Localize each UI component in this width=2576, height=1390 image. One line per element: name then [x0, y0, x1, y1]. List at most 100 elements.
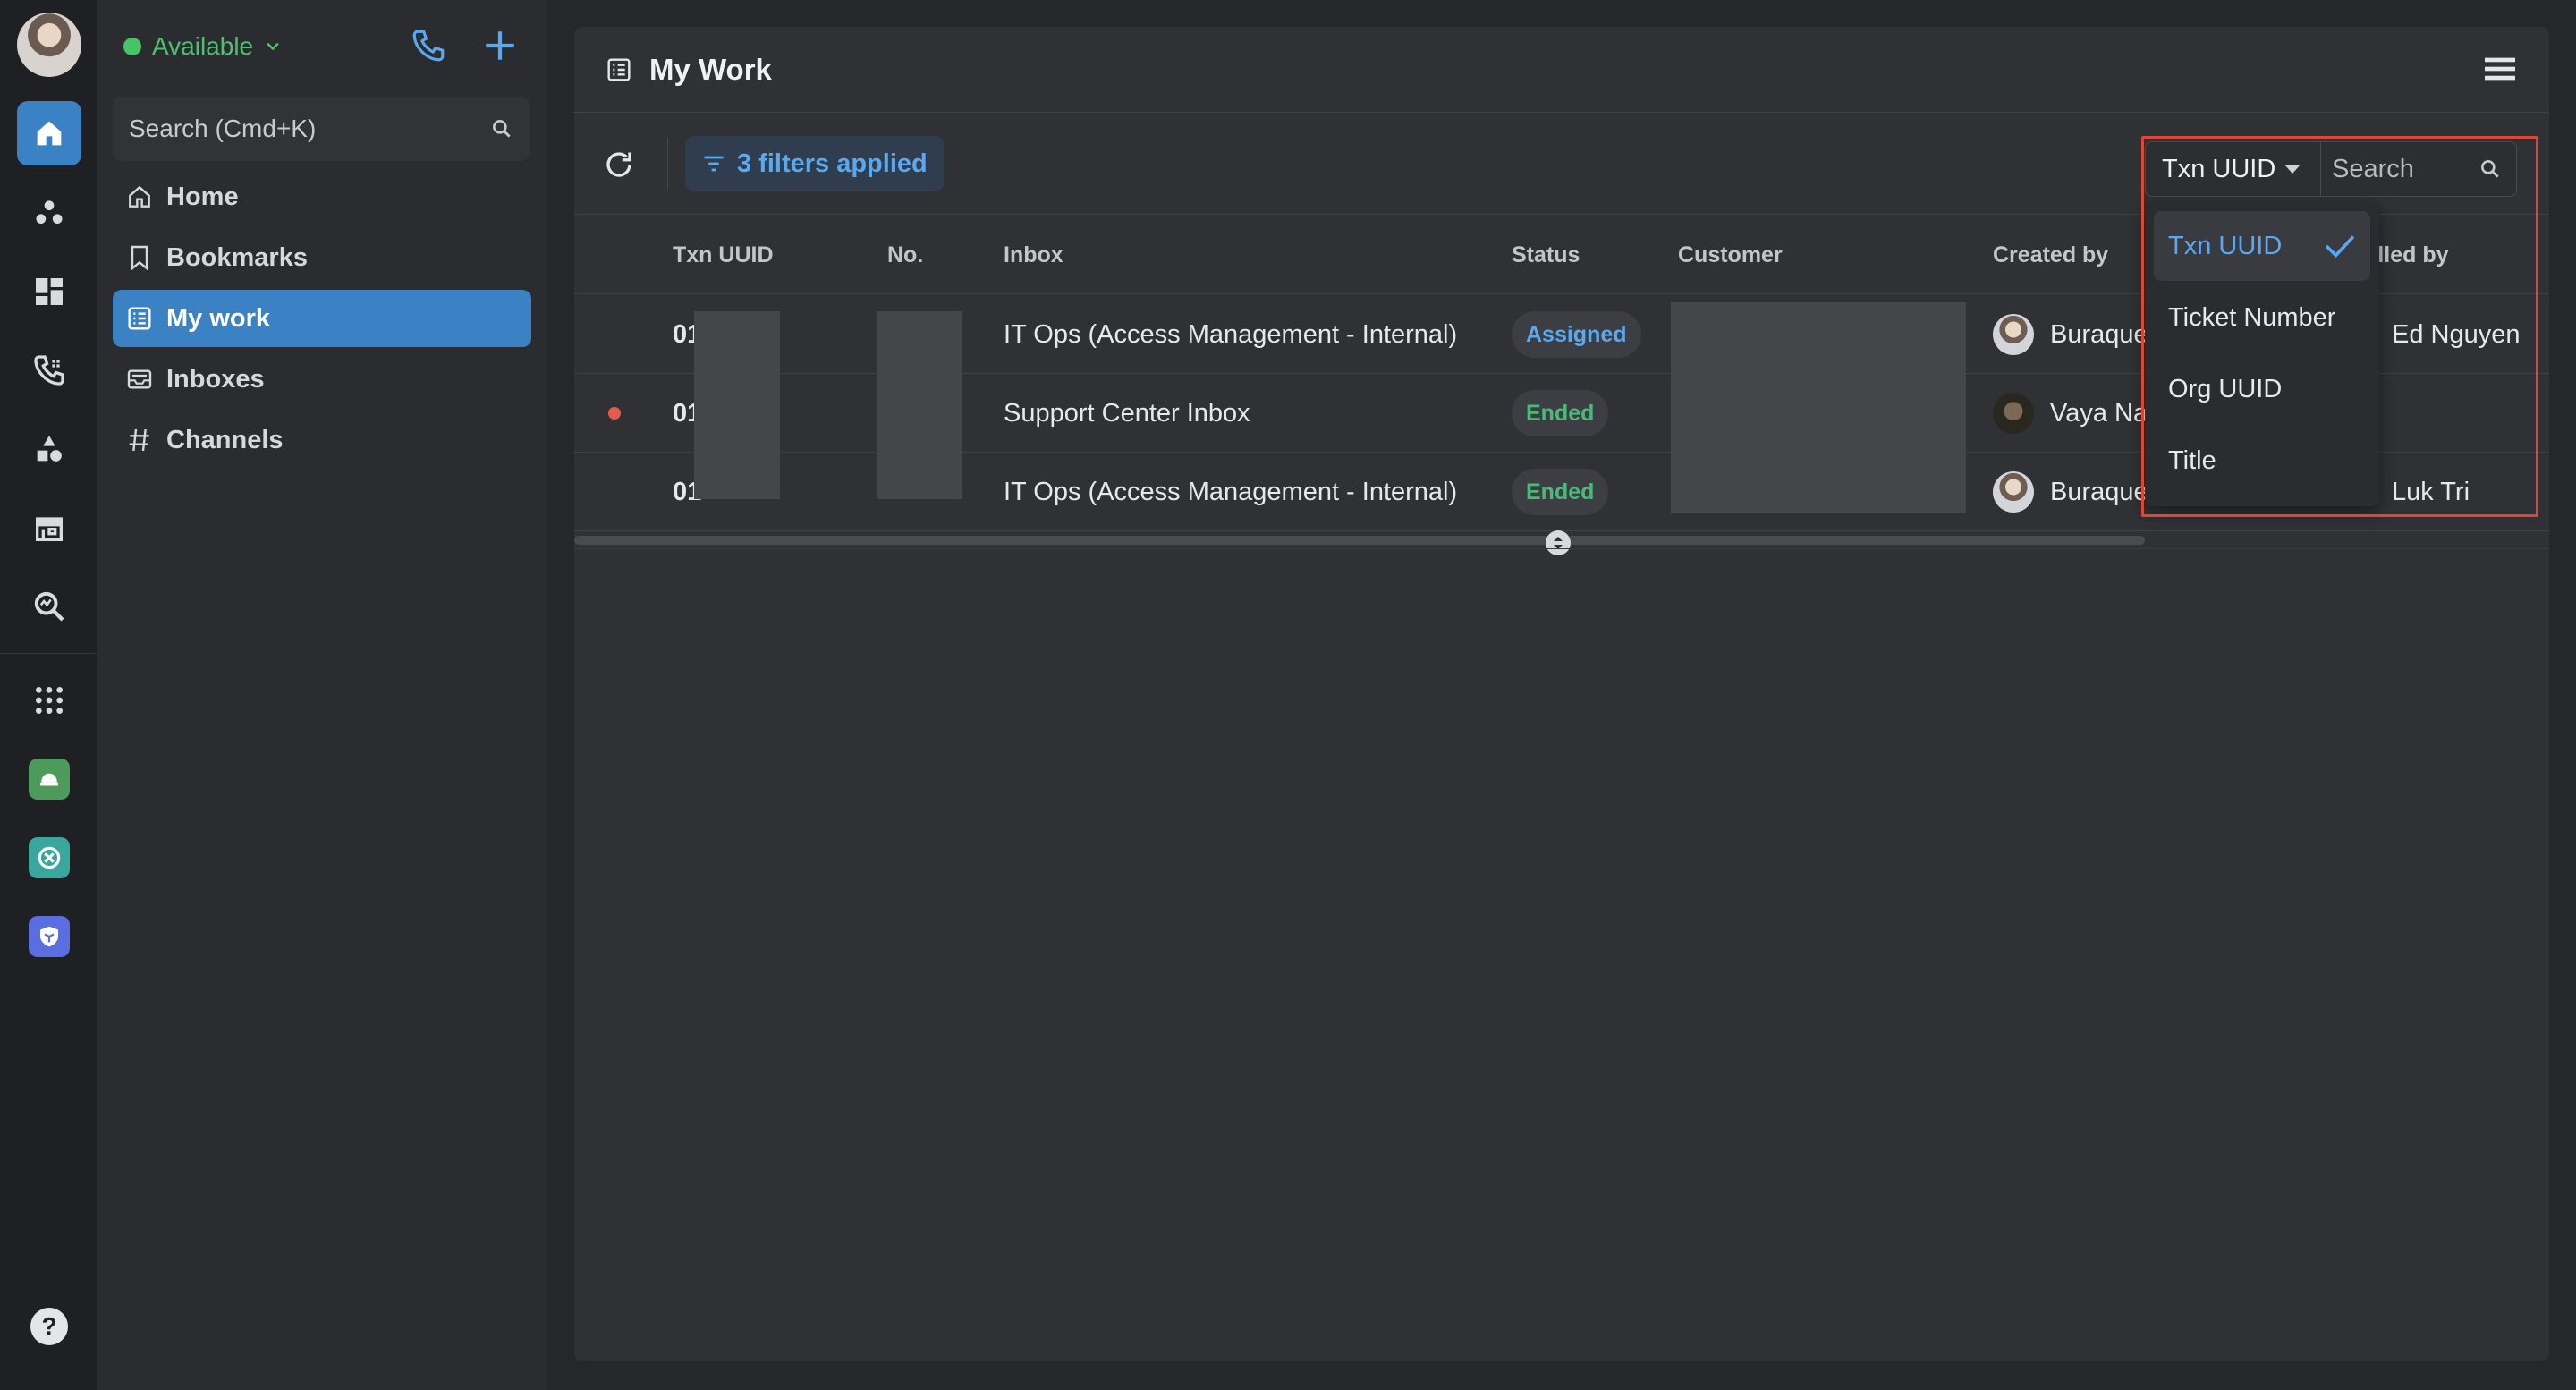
availability-status[interactable]: Available	[123, 32, 282, 61]
option-label: Title	[2168, 445, 2216, 475]
column-header-txn-uuid[interactable]: Txn UUID	[673, 216, 774, 294]
created-by-cell: Buraque	[1993, 295, 2148, 374]
redacted-txn-uuid	[694, 311, 780, 499]
dropdown-option-title[interactable]: Title	[2154, 426, 2370, 496]
sidebar-item-my-work[interactable]: My work	[113, 290, 531, 347]
handled-by-cell: Ed Nguyen	[2392, 319, 2521, 349]
table-search-input[interactable]: Search	[2321, 155, 2516, 184]
resize-handle-icon[interactable]	[1546, 530, 1571, 555]
column-header-inbox[interactable]: Inbox	[1004, 216, 1063, 294]
option-label: Ticket Number	[2168, 302, 2336, 332]
column-header-customer[interactable]: Customer	[1678, 216, 1783, 294]
table-search-placeholder: Search	[2332, 154, 2414, 183]
filters-label: 3 filters applied	[737, 148, 928, 178]
status-badge: Ended	[1512, 469, 1609, 515]
sidebar-item-label: Home	[166, 182, 239, 211]
hash-icon	[129, 428, 149, 452]
inbox-cell: IT Ops (Access Management - Internal)	[1004, 319, 1458, 349]
redacted-customer	[1671, 302, 1966, 513]
people-icon[interactable]	[17, 181, 81, 245]
search-field-select[interactable]: Txn UUID	[2146, 142, 2321, 196]
help-icon[interactable]: ?	[30, 1308, 68, 1345]
phone-icon[interactable]	[410, 27, 447, 64]
sidebar: Available Search (Cmd+K) Home Bookmarks …	[98, 0, 546, 1390]
icon-rail: ?	[0, 0, 98, 1390]
sidebar-item-home[interactable]: Home	[113, 168, 531, 225]
main-panel: My Work 3 filters applied Txn UUID No. I…	[574, 27, 2549, 1361]
column-header-status[interactable]: Status	[1512, 216, 1580, 294]
filters-button[interactable]: 3 filters applied	[685, 136, 944, 191]
home-outline-icon	[129, 185, 150, 208]
table-search-group: Txn UUID Search	[2145, 141, 2517, 197]
status-cell: Assigned	[1512, 295, 1641, 374]
avatar	[1993, 314, 2034, 355]
inbox-cell: Support Center Inbox	[1004, 398, 1250, 428]
status-badge: Assigned	[1512, 311, 1641, 358]
shapes-icon[interactable]	[17, 417, 81, 481]
app-teal-icon[interactable]	[29, 837, 70, 878]
store-icon[interactable]	[17, 496, 81, 560]
search-analytics-icon[interactable]	[17, 574, 81, 639]
avatar	[1993, 471, 2034, 513]
unread-indicator	[608, 374, 621, 453]
inbox-icon	[127, 369, 152, 389]
sidebar-item-inboxes[interactable]: Inboxes	[113, 351, 531, 408]
status-badge: Ended	[1512, 390, 1609, 436]
table-bottom-divider	[574, 548, 2549, 549]
search-placeholder: Search (Cmd+K)	[129, 114, 317, 142]
apps-grid-icon[interactable]	[17, 668, 81, 733]
sidebar-item-bookmarks[interactable]: Bookmarks	[113, 229, 531, 286]
handled-by-cell: Luk Tri	[2392, 477, 2470, 506]
app-shield-icon[interactable]	[29, 916, 70, 957]
caret-down-icon	[2284, 165, 2301, 174]
sidebar-item-label: Bookmarks	[166, 242, 308, 272]
page-title: My Work	[649, 52, 772, 86]
hamburger-menu-icon[interactable]	[2483, 54, 2517, 84]
user-avatar[interactable]	[17, 13, 81, 77]
status-label: Available	[152, 32, 254, 60]
sidebar-item-channels[interactable]: Channels	[113, 411, 531, 469]
sidebar-nav: Home Bookmarks My work Inboxes Channels	[113, 168, 531, 472]
sidebar-top-actions	[410, 27, 519, 64]
list-icon	[607, 57, 631, 81]
redacted-number	[877, 311, 962, 499]
sidebar-item-label: My work	[166, 303, 271, 333]
status-dot	[123, 38, 141, 55]
column-header-handled-by[interactable]: dled by	[2370, 216, 2449, 294]
search-icon	[2481, 160, 2499, 178]
created-by-cell: Vaya Na	[1993, 374, 2148, 453]
created-by-cell: Buraque	[1993, 453, 2148, 531]
bookmark-icon	[131, 245, 148, 271]
filter-icon	[704, 156, 724, 172]
created-by-name: Buraque	[2050, 477, 2148, 506]
status-cell: Ended	[1512, 374, 1609, 453]
toolbar-divider	[667, 138, 668, 190]
app-green-icon[interactable]	[29, 759, 70, 800]
main-header: My Work	[574, 27, 2549, 113]
sidebar-item-label: Channels	[166, 425, 284, 454]
global-search-input[interactable]: Search (Cmd+K)	[113, 97, 530, 161]
chevron-down-icon	[267, 42, 279, 51]
sidebar-item-label: Inboxes	[166, 364, 265, 394]
created-by-name: Buraque	[2050, 319, 2148, 349]
dropdown-option-org-uuid[interactable]: Org UUID	[2154, 354, 2370, 424]
checkmark-icon	[2325, 235, 2355, 259]
option-label: Txn UUID	[2168, 231, 2283, 260]
list-icon	[128, 307, 151, 330]
column-header-number[interactable]: No.	[887, 216, 923, 294]
search-field-label: Txn UUID	[2162, 154, 2276, 183]
dropdown-option-ticket-number[interactable]: Ticket Number	[2154, 283, 2370, 352]
phone-call-icon[interactable]	[17, 338, 81, 403]
status-cell: Ended	[1512, 453, 1609, 531]
horizontal-scrollbar[interactable]	[574, 536, 2145, 545]
inbox-cell: IT Ops (Access Management - Internal)	[1004, 477, 1458, 506]
refresh-icon[interactable]	[603, 148, 635, 181]
plus-icon[interactable]	[481, 27, 519, 64]
search-field-dropdown: Txn UUID Ticket Number Org UUID Title	[2145, 202, 2379, 506]
dashboard-icon[interactable]	[17, 259, 81, 324]
dropdown-option-txn-uuid[interactable]: Txn UUID	[2154, 211, 2370, 281]
created-by-name: Vaya Na	[2050, 398, 2148, 428]
column-header-created-by[interactable]: Created by	[1993, 216, 2108, 294]
avatar	[1993, 393, 2034, 434]
home-icon[interactable]	[17, 101, 81, 165]
